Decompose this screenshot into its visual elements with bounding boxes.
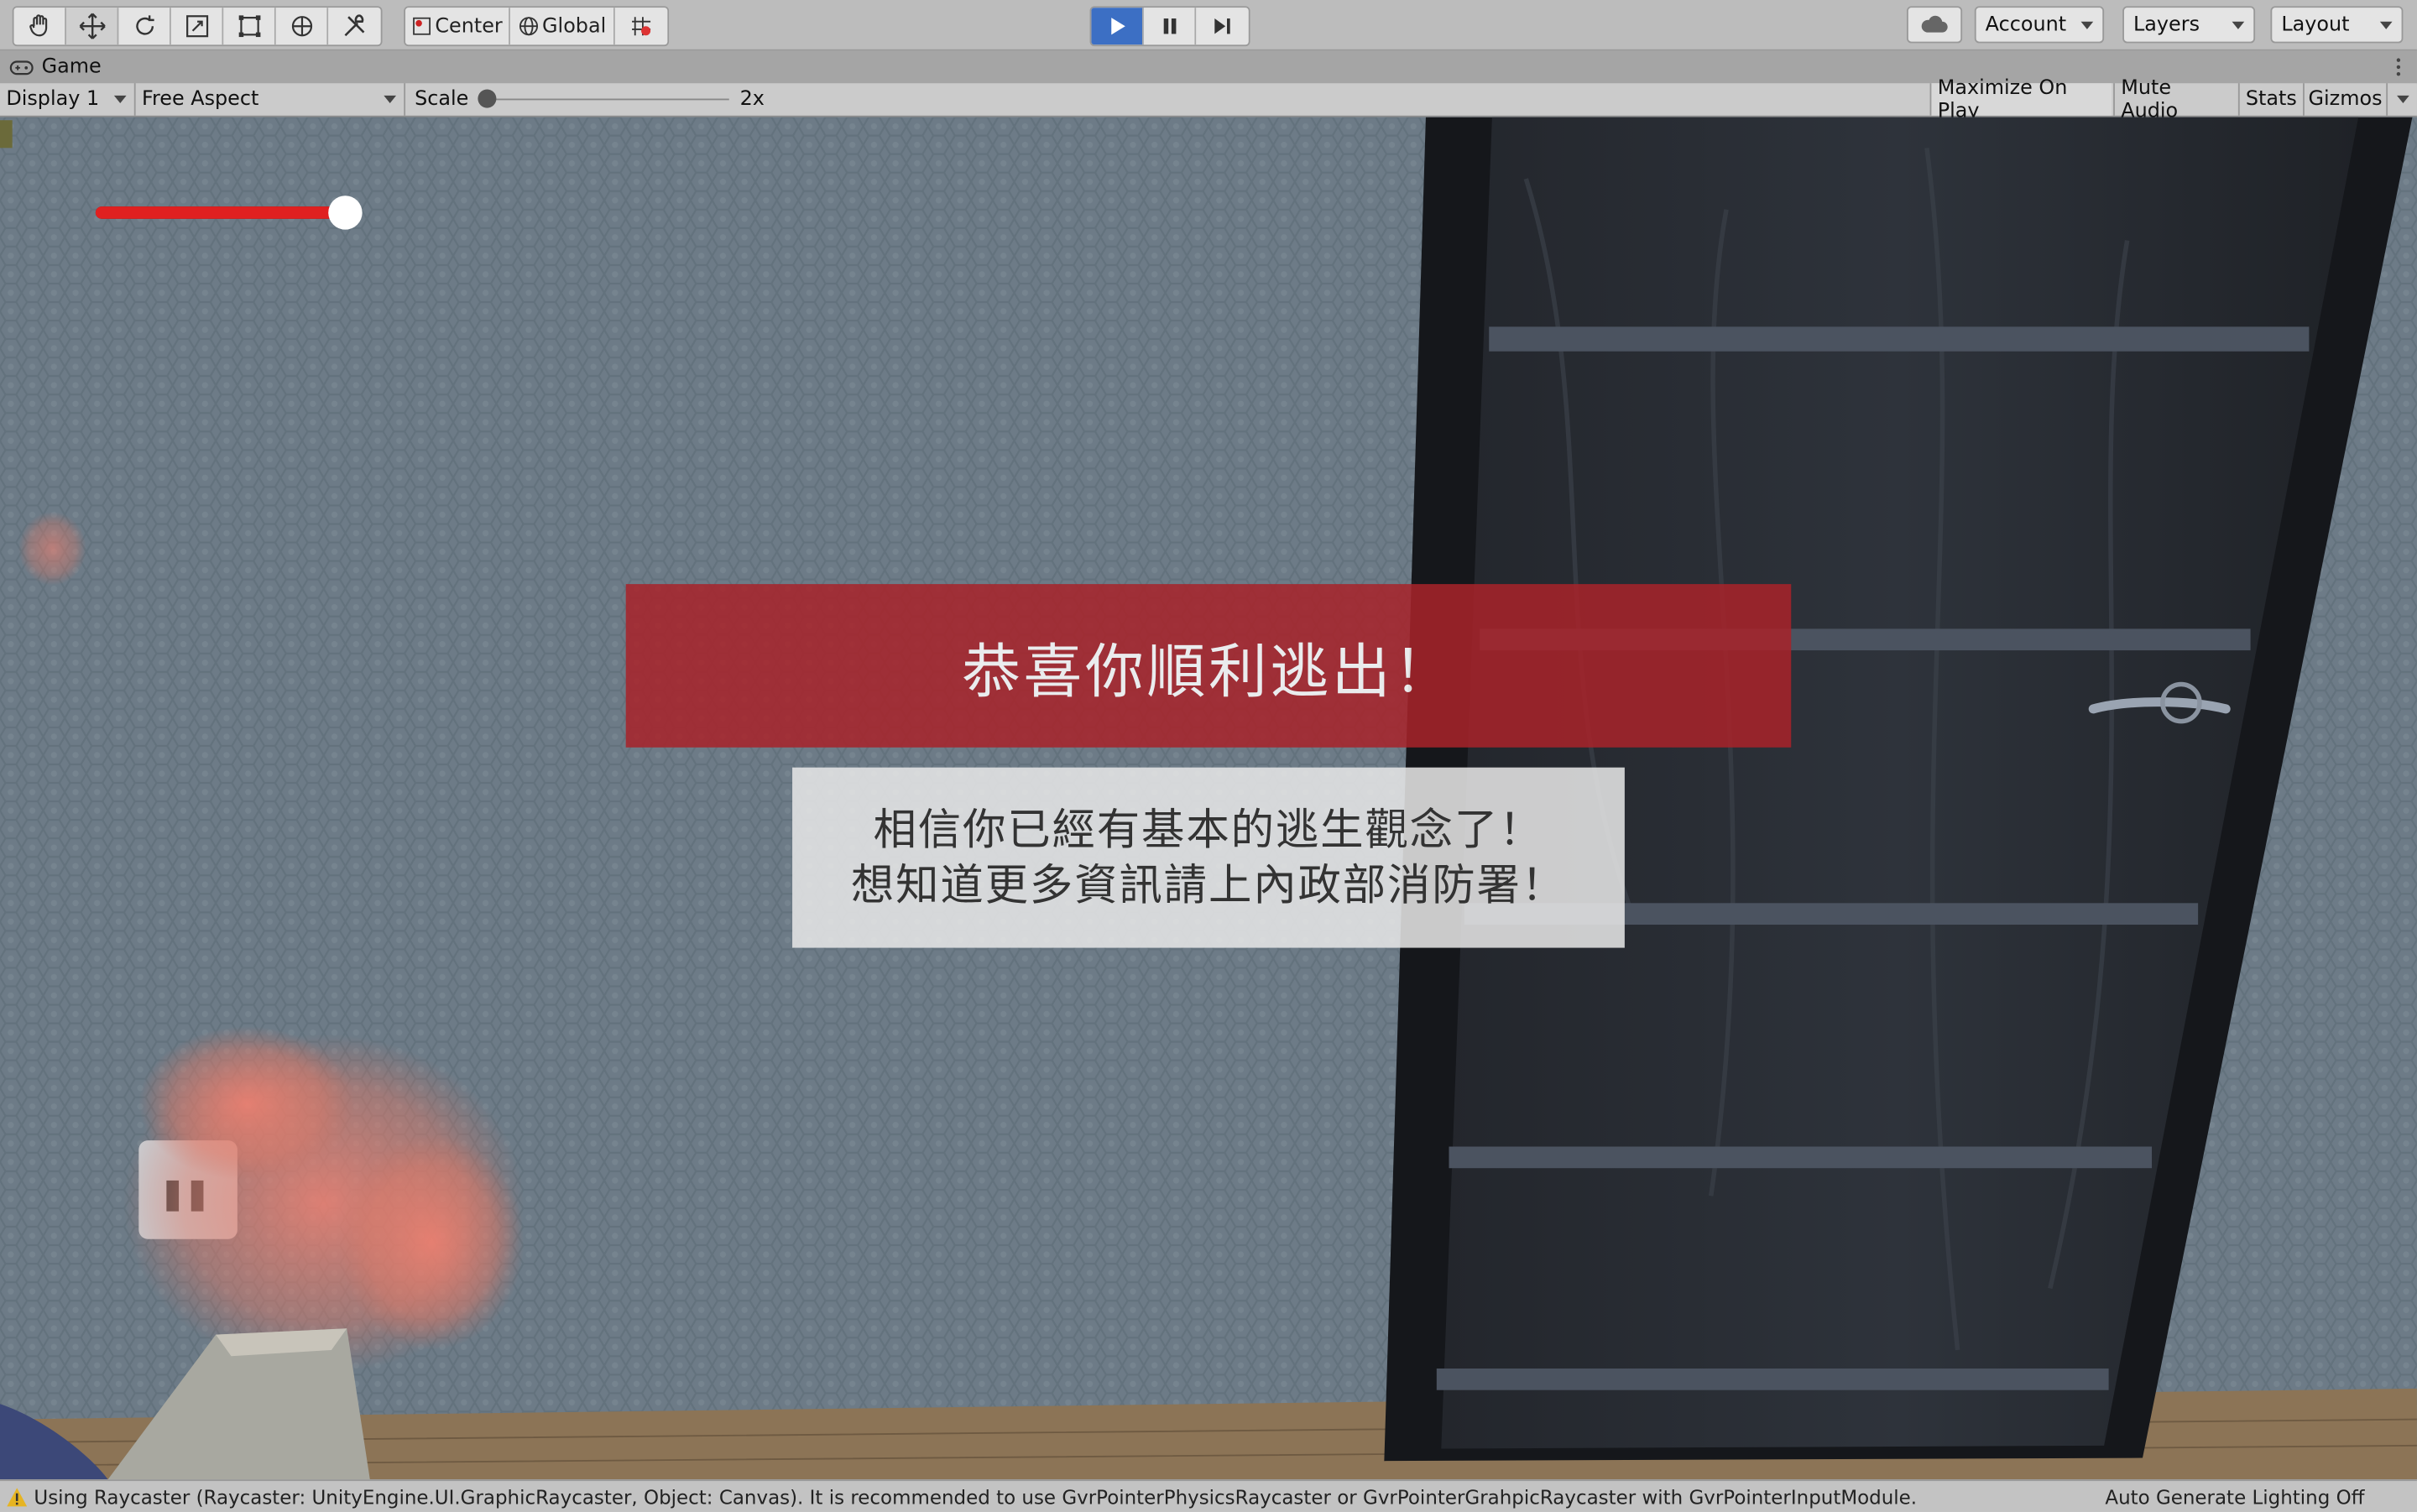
gamepad-icon xyxy=(9,60,34,75)
play-button[interactable] xyxy=(1091,8,1144,45)
kebab-menu-icon xyxy=(2396,58,2401,76)
aspect-dropdown[interactable]: Free Aspect xyxy=(133,83,403,116)
scale-slider-thumb[interactable] xyxy=(478,89,497,108)
scale-tool-button[interactable] xyxy=(170,8,224,45)
move-tool-button[interactable] xyxy=(65,8,119,45)
play-icon xyxy=(1110,18,1125,35)
snap-grid-button[interactable] xyxy=(614,8,668,45)
layers-dropdown[interactable]: Layers xyxy=(2122,6,2256,44)
warning-icon xyxy=(7,1487,28,1506)
pivot-global-label: Global xyxy=(542,14,607,38)
layers-label: Layers xyxy=(2132,13,2200,37)
chevron-down-icon xyxy=(2379,21,2393,29)
gizmos-label: Gizmos xyxy=(2308,87,2383,112)
chevron-down-icon xyxy=(113,95,127,104)
chevron-down-icon xyxy=(2080,21,2094,29)
wrench-icon xyxy=(344,14,365,37)
gizmos-dropdown[interactable] xyxy=(2386,83,2417,116)
aspect-label: Free Aspect xyxy=(141,87,259,112)
chevron-down-icon xyxy=(2232,21,2245,29)
maximize-on-play-toggle[interactable]: Maximize On Play xyxy=(1929,76,2112,123)
step-icon xyxy=(1214,18,1230,34)
account-label: Account xyxy=(1985,13,2067,37)
move-arrows-icon xyxy=(78,13,105,39)
message-line-2: 想知道更多資訊請上內政部消防署！ xyxy=(850,858,1567,910)
banner-title: 恭喜你順利逃出！ xyxy=(962,637,1455,706)
transform-tools xyxy=(12,6,383,47)
pivot-icon xyxy=(413,17,431,35)
mute-audio-toggle[interactable]: Mute Audio xyxy=(2113,76,2238,123)
game-view-toolbar: Display 1 Free Aspect Scale 2x Maximize … xyxy=(0,76,2417,123)
tab-game[interactable]: Game xyxy=(9,51,102,84)
layout-label: Layout xyxy=(2281,13,2350,37)
playback-controls xyxy=(1089,6,1250,47)
transform-tool-button[interactable] xyxy=(275,8,329,45)
rect-tool-button[interactable] xyxy=(223,8,276,45)
rect-transform-icon xyxy=(238,15,260,38)
chevron-down-icon xyxy=(2397,95,2409,104)
stats-toggle[interactable]: Stats xyxy=(2237,83,2303,116)
pause-button[interactable] xyxy=(1143,8,1197,45)
step-button[interactable] xyxy=(1196,8,1249,45)
hand-tool-button[interactable] xyxy=(13,8,66,45)
account-dropdown[interactable]: Account xyxy=(1974,6,2105,44)
console-warning[interactable]: Using Raycaster (Raycaster: UnityEngine.… xyxy=(6,1484,1917,1509)
lighting-status[interactable]: Auto Generate Lighting Off xyxy=(2105,1484,2364,1509)
scale-slider-track[interactable] xyxy=(487,98,729,101)
globe-icon xyxy=(519,17,538,36)
status-bar: Using Raycaster (Raycaster: UnityEngine.… xyxy=(0,1479,2417,1512)
grid-snap-icon xyxy=(632,17,651,36)
pivot-toggles: Center Global xyxy=(404,6,670,47)
maximize-label: Maximize On Play xyxy=(1937,76,2068,123)
custom-tools-button[interactable] xyxy=(328,8,381,45)
tab-game-label: Game xyxy=(41,55,102,79)
hand-icon xyxy=(29,14,47,37)
tab-menu-button[interactable] xyxy=(2395,55,2401,79)
health-bar-knob xyxy=(328,196,363,230)
game-viewport[interactable]: 恭喜你順利逃出！ 相信你已經有基本的逃生觀念了！ 想知道更多資訊請上內政部消防署… xyxy=(0,117,2417,1480)
mute-label: Mute Audio xyxy=(2121,76,2179,123)
warning-message: Using Raycaster (Raycaster: UnityEngine.… xyxy=(34,1484,1918,1509)
chevron-down-icon xyxy=(384,95,397,104)
pivot-center-button[interactable]: Center xyxy=(405,8,510,45)
pivot-center-label: Center xyxy=(435,14,503,38)
unity-editor: Center Global Account Layers Layout Game… xyxy=(0,0,2417,1512)
message-box: 相信你已經有基本的逃生觀念了！ 想知道更多資訊請上內政部消防署！ xyxy=(792,767,1625,948)
health-bar-fill xyxy=(95,206,346,219)
rotate-icon xyxy=(135,15,154,35)
stats-label: Stats xyxy=(2245,87,2297,112)
display-label: Display 1 xyxy=(6,87,100,112)
message-line-1: 相信你已經有基本的逃生觀念了！ xyxy=(873,803,1544,855)
scale-icon xyxy=(185,15,208,38)
cloud-button[interactable] xyxy=(1906,6,1963,44)
main-toolbar: Center Global Account Layers Layout xyxy=(0,0,2417,51)
combined-transform-icon xyxy=(290,16,312,37)
scale-value: 2x xyxy=(739,87,765,112)
escape-success-banner: 恭喜你順利逃出！ xyxy=(625,584,1792,748)
pause-icon xyxy=(1162,18,1176,34)
cloud-icon xyxy=(1921,15,1948,33)
health-bar xyxy=(95,196,363,230)
scale-label: Scale xyxy=(404,83,474,116)
pivot-global-button[interactable]: Global xyxy=(509,8,615,45)
rotate-tool-button[interactable] xyxy=(118,8,171,45)
layout-dropdown[interactable]: Layout xyxy=(2270,6,2404,44)
gizmos-toggle[interactable]: Gizmos xyxy=(2303,83,2386,116)
display-dropdown[interactable]: Display 1 xyxy=(0,83,133,116)
